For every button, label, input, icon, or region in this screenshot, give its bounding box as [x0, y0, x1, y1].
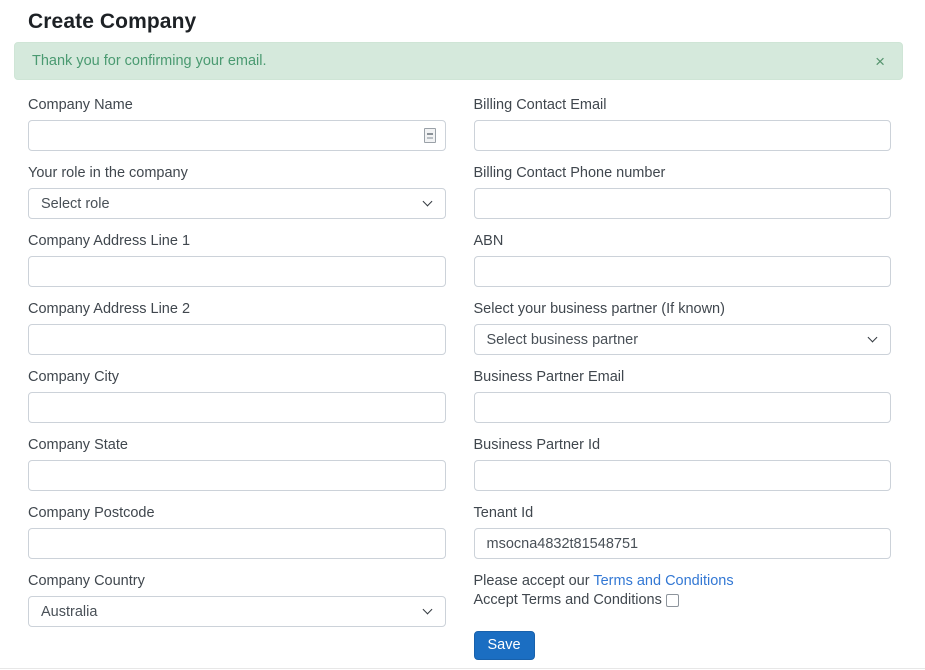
state-label: Company State: [28, 436, 446, 454]
close-icon: ×: [875, 52, 885, 71]
form-group-company-name: Company Name: [28, 96, 446, 151]
postcode-label: Company Postcode: [28, 504, 446, 522]
form-group-address-line2: Company Address Line 2: [28, 300, 446, 355]
role-label: Your role in the company: [28, 164, 446, 182]
country-label: Company Country: [28, 572, 446, 590]
address-line1-label: Company Address Line 1: [28, 232, 446, 250]
city-label: Company City: [28, 368, 446, 386]
terms-line: Please accept our Terms and Conditions: [474, 572, 892, 591]
accept-terms-checkbox[interactable]: [666, 594, 679, 607]
create-company-form: Company Name Your role in the company Se…: [14, 96, 905, 660]
form-group-postcode: Company Postcode: [28, 504, 446, 559]
company-name-input[interactable]: [28, 120, 446, 151]
terms-block: Please accept our Terms and Conditions A…: [474, 572, 892, 610]
form-column-left: Company Name Your role in the company Se…: [14, 96, 460, 660]
business-partner-email-input[interactable]: [474, 392, 892, 423]
business-partner-id-input[interactable]: [474, 460, 892, 491]
alert-close-button[interactable]: ×: [858, 43, 902, 79]
form-group-city: Company City: [28, 368, 446, 423]
form-group-country: Company Country Australia: [28, 572, 446, 627]
tenant-id-label: Tenant Id: [474, 504, 892, 522]
city-input[interactable]: [28, 392, 446, 423]
company-name-label: Company Name: [28, 96, 446, 114]
state-input[interactable]: [28, 460, 446, 491]
form-group-state: Company State: [28, 436, 446, 491]
terms-link[interactable]: Terms and Conditions: [593, 573, 733, 589]
business-partner-email-label: Business Partner Email: [474, 368, 892, 386]
form-group-business-partner-email: Business Partner Email: [474, 368, 892, 423]
accept-terms-line: Accept Terms and Conditions: [474, 591, 892, 610]
form-group-billing-email: Billing Contact Email: [474, 96, 892, 151]
billing-email-input[interactable]: [474, 120, 892, 151]
business-partner-select[interactable]: Select business partner: [474, 324, 892, 355]
country-select[interactable]: Australia: [28, 596, 446, 627]
postcode-input[interactable]: [28, 528, 446, 559]
form-column-right: Billing Contact Email Billing Contact Ph…: [460, 96, 906, 660]
form-group-business-partner: Select your business partner (If known) …: [474, 300, 892, 355]
address-line2-label: Company Address Line 2: [28, 300, 446, 318]
role-select[interactable]: Select role: [28, 188, 446, 219]
abn-input[interactable]: [474, 256, 892, 287]
billing-email-label: Billing Contact Email: [474, 96, 892, 114]
business-partner-label: Select your business partner (If known): [474, 300, 892, 318]
form-group-address-line1: Company Address Line 1: [28, 232, 446, 287]
form-group-tenant-id: Tenant Id: [474, 504, 892, 559]
billing-phone-input[interactable]: [474, 188, 892, 219]
page-title: Create Company: [28, 10, 903, 34]
abn-label: ABN: [474, 232, 892, 250]
accept-terms-label: Accept Terms and Conditions: [474, 591, 662, 610]
tenant-id-input[interactable]: [474, 528, 892, 559]
save-button[interactable]: Save: [474, 631, 535, 660]
form-group-abn: ABN: [474, 232, 892, 287]
browser-autofill-icon[interactable]: [424, 128, 436, 143]
form-group-billing-phone: Billing Contact Phone number: [474, 164, 892, 219]
form-group-business-partner-id: Business Partner Id: [474, 436, 892, 491]
address-line1-input[interactable]: [28, 256, 446, 287]
address-line2-input[interactable]: [28, 324, 446, 355]
form-group-role: Your role in the company Select role: [28, 164, 446, 219]
alert-text: Thank you for confirming your email.: [32, 53, 267, 69]
terms-prefix: Please accept our: [474, 573, 594, 589]
billing-phone-label: Billing Contact Phone number: [474, 164, 892, 182]
email-confirmed-alert: Thank you for confirming your email. ×: [14, 42, 903, 80]
business-partner-id-label: Business Partner Id: [474, 436, 892, 454]
